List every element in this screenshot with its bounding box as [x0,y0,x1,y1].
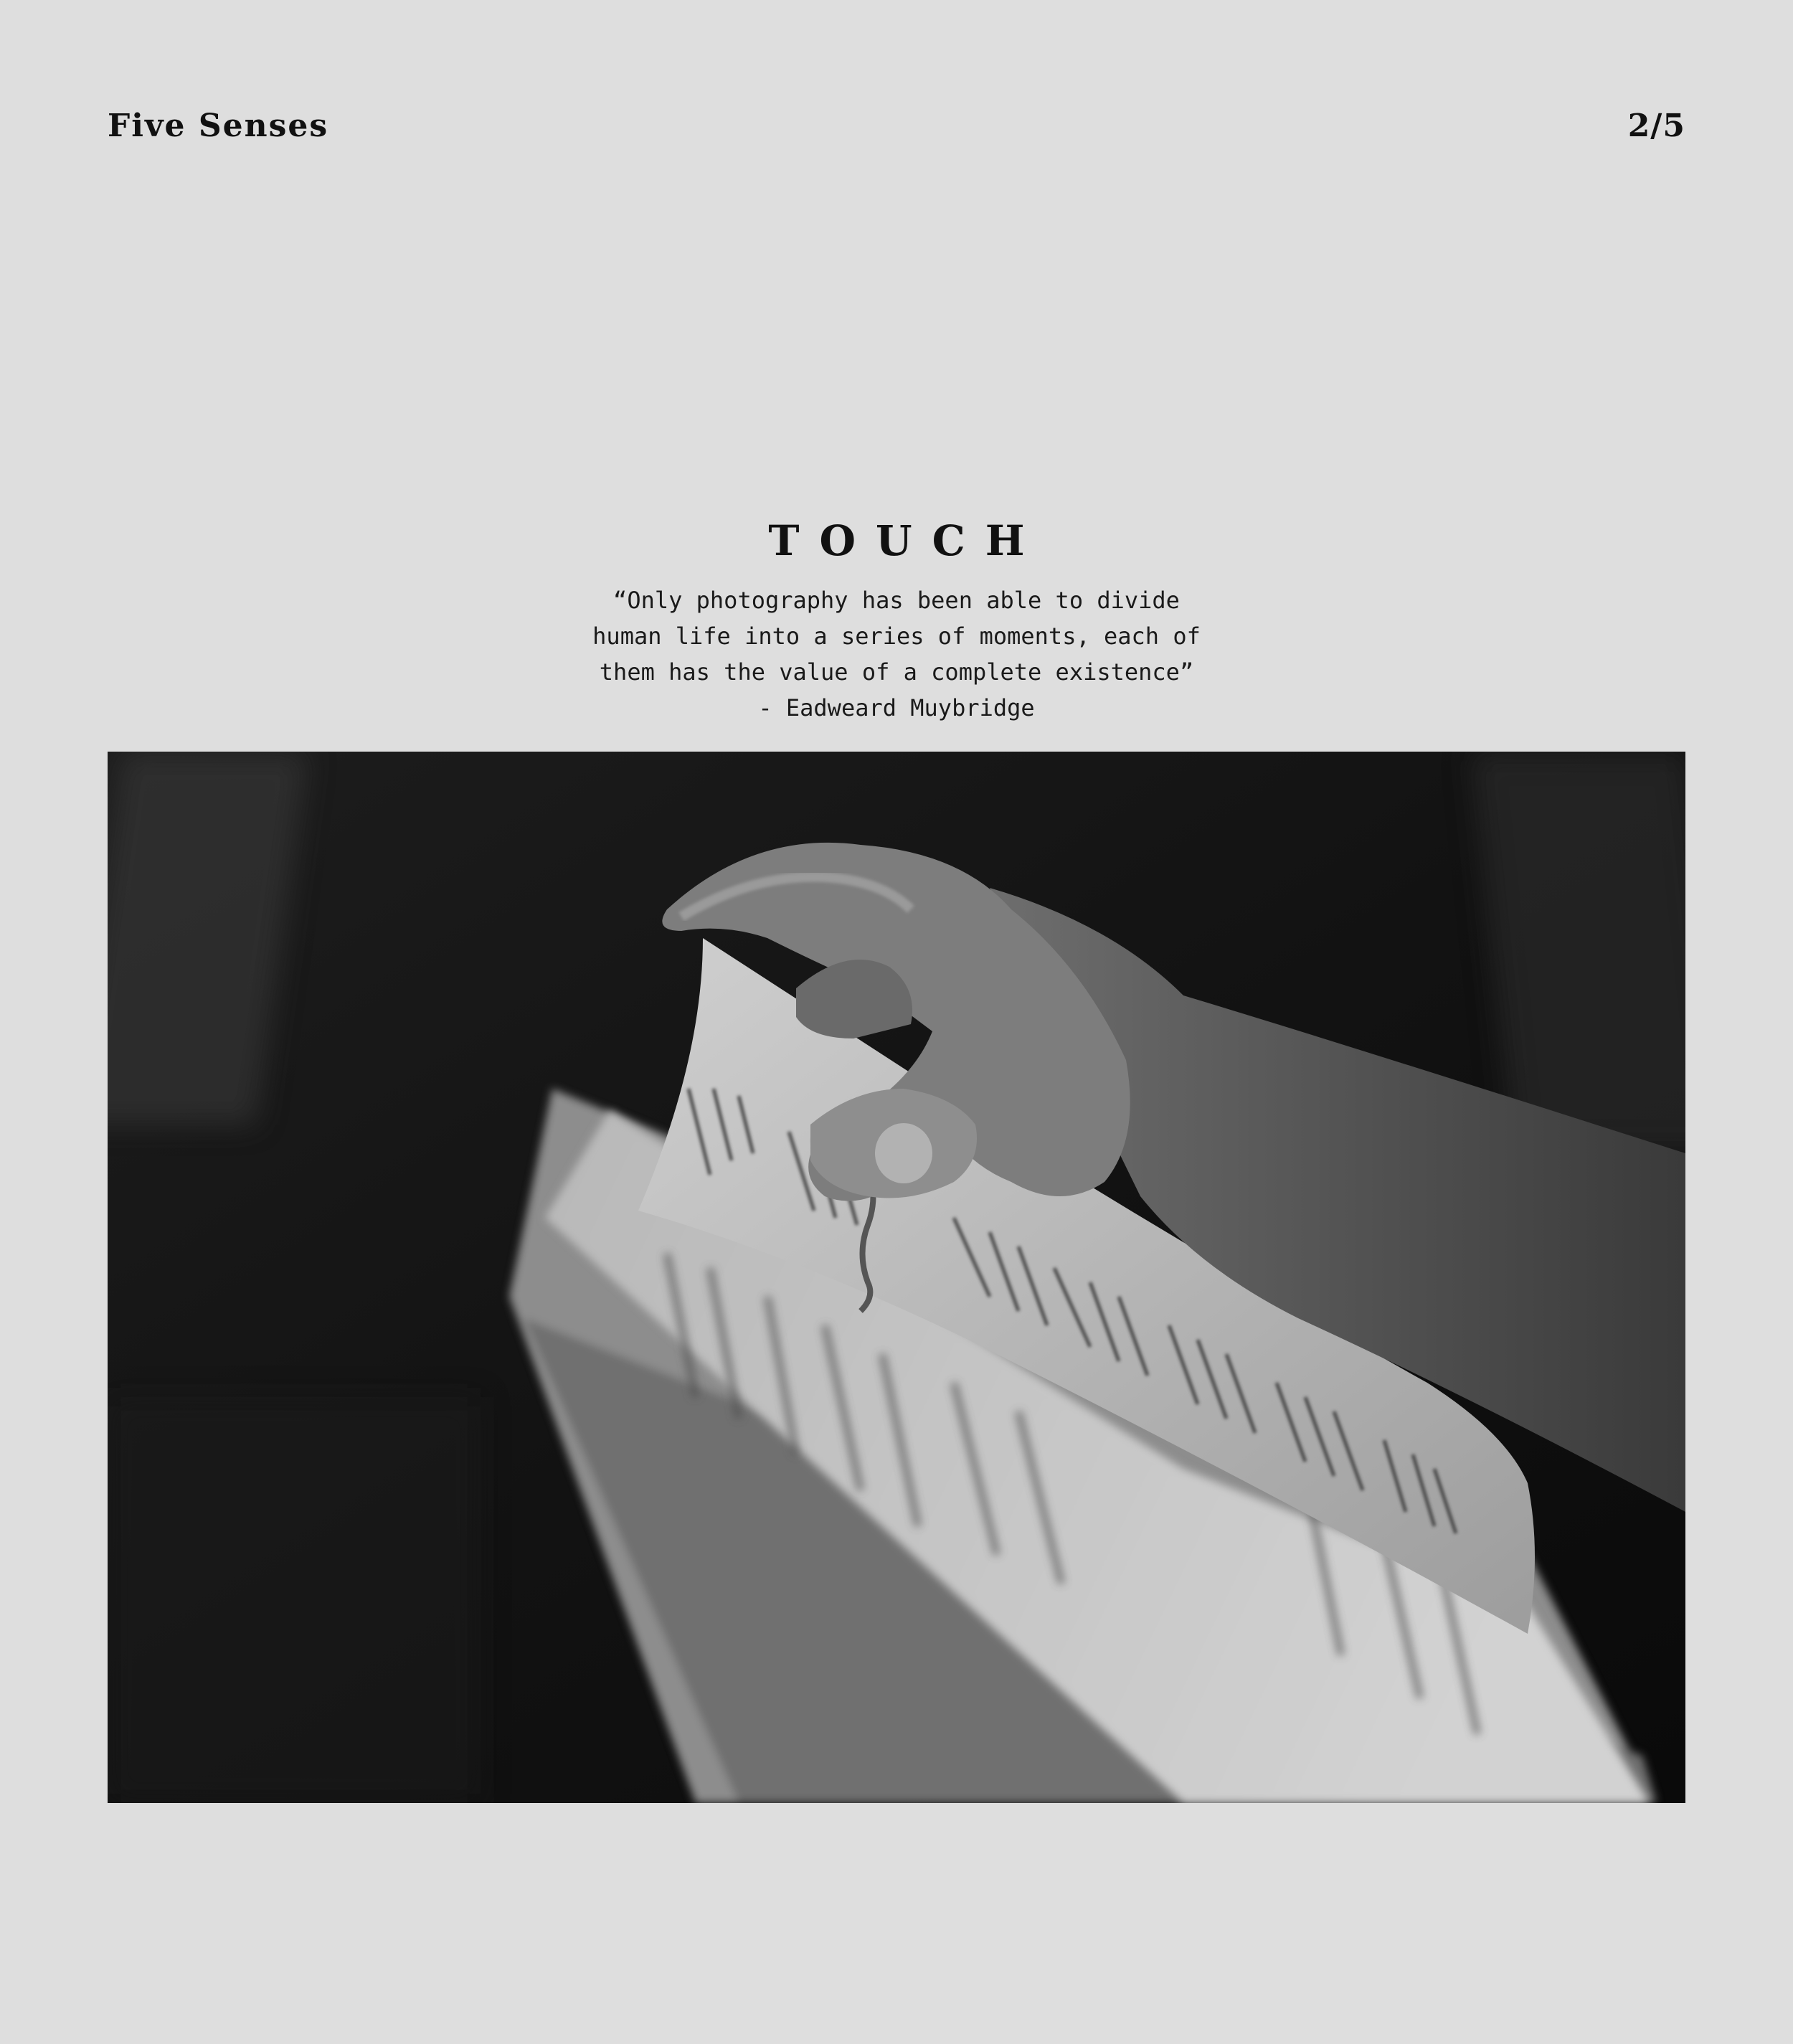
quote-line: them has the value of a complete existen… [599,658,1194,686]
quote-attribution: - Eadweard Muybridge [758,694,1035,721]
section-title: TOUCH [768,516,1045,565]
quote-line: “Only photography has been able to divid… [613,587,1180,614]
photo-illustration [108,752,1685,1803]
quote-line: human life into a series of moments, eac… [592,623,1201,650]
photo-hand-turning-book-page [108,752,1685,1803]
series-title: Five Senses [108,108,329,144]
quote-text: “Only photography has been able to divid… [538,582,1255,690]
page-indicator: 2/5 [1627,108,1685,144]
